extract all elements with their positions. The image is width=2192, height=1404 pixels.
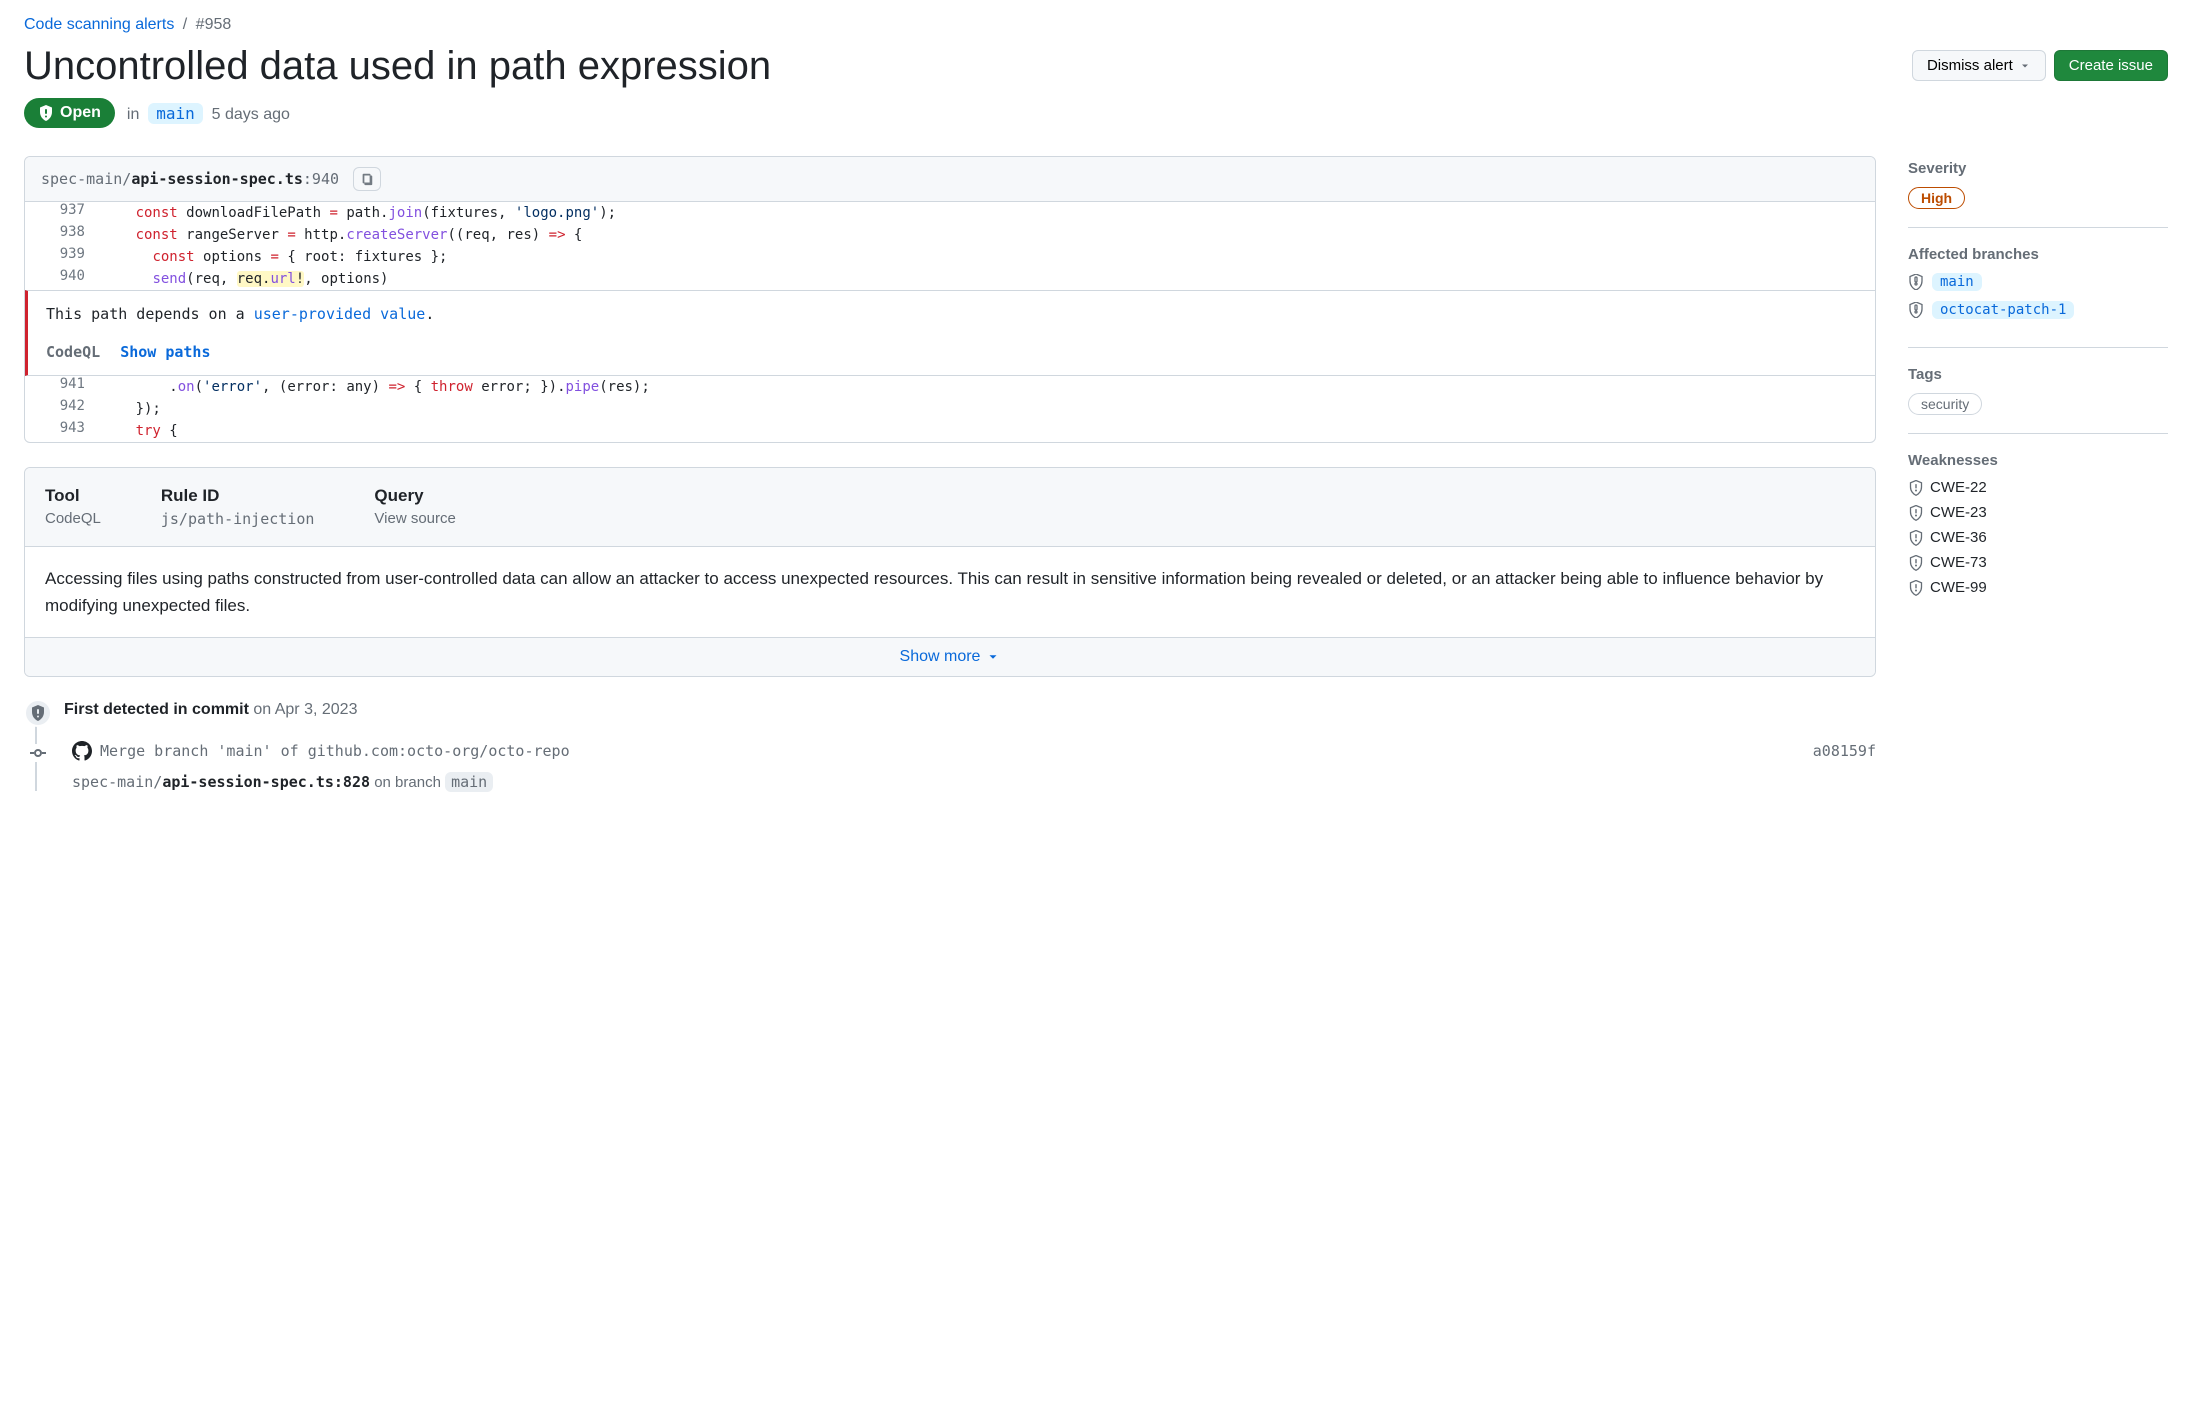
commit-icon bbox=[30, 745, 46, 761]
view-source-link[interactable]: View source bbox=[374, 510, 455, 527]
cwe-link[interactable]: CWE-22 bbox=[1908, 479, 2168, 496]
commit-message[interactable]: Merge branch 'main' of github.com:octo-o… bbox=[100, 742, 570, 760]
severity-badge: High bbox=[1908, 187, 1965, 209]
weaknesses-label: Weaknesses bbox=[1908, 452, 2168, 469]
octocat-icon bbox=[72, 741, 92, 761]
affected-branch[interactable]: main bbox=[1908, 273, 2168, 291]
affected-branch[interactable]: octocat-patch-1 bbox=[1908, 301, 2168, 319]
shield-icon bbox=[1908, 530, 1924, 546]
commit-sha[interactable]: a08159f bbox=[1813, 742, 1876, 760]
chevron-down-icon bbox=[986, 650, 1000, 664]
code-header: spec-main/api-session-spec.ts:940 bbox=[25, 157, 1875, 202]
state-meta: in main 5 days ago bbox=[127, 103, 290, 124]
shield-icon bbox=[1908, 580, 1924, 596]
shield-icon bbox=[1908, 505, 1924, 521]
code-block: 937 const downloadFilePath = path.join(f… bbox=[25, 202, 1875, 290]
shield-icon bbox=[1908, 274, 1924, 290]
tag-pill[interactable]: security bbox=[1908, 393, 1982, 415]
shield-icon bbox=[38, 105, 54, 121]
code-card: spec-main/api-session-spec.ts:940 937 co… bbox=[24, 156, 1876, 443]
details-card: Tool CodeQL Rule ID js/path-injection Qu… bbox=[24, 467, 1876, 677]
details-body: Accessing files using paths constructed … bbox=[25, 547, 1875, 638]
shield-icon bbox=[1908, 480, 1924, 496]
show-more-link[interactable]: Show more bbox=[900, 648, 1001, 666]
cwe-link[interactable]: CWE-73 bbox=[1908, 554, 2168, 571]
breadcrumb-parent[interactable]: Code scanning alerts bbox=[24, 16, 174, 33]
copy-path-button[interactable] bbox=[353, 167, 381, 191]
query-header: Query bbox=[374, 486, 455, 506]
branch-tag[interactable]: main bbox=[445, 772, 493, 792]
state-badge: Open bbox=[24, 98, 115, 128]
branch-tag[interactable]: main bbox=[148, 103, 203, 124]
timeline: First detected in commit on Apr 3, 2023 … bbox=[24, 701, 1876, 791]
sidebar: Severity High Affected branches main oct… bbox=[1908, 156, 2168, 811]
rule-value: js/path-injection bbox=[161, 510, 315, 528]
breadcrumb-id: #958 bbox=[196, 16, 232, 33]
shield-icon bbox=[1908, 302, 1924, 318]
tool-header: Tool bbox=[45, 486, 101, 506]
user-provided-link[interactable]: user-provided value bbox=[254, 305, 426, 323]
cwe-link[interactable]: CWE-23 bbox=[1908, 504, 2168, 521]
tags-label: Tags bbox=[1908, 366, 2168, 383]
show-paths-link[interactable]: Show paths bbox=[120, 343, 210, 361]
tool-label: CodeQL bbox=[46, 343, 100, 361]
shield-icon bbox=[1908, 555, 1924, 571]
copy-icon bbox=[360, 172, 374, 186]
cwe-link[interactable]: CWE-99 bbox=[1908, 579, 2168, 596]
shield-icon bbox=[24, 699, 52, 727]
rule-header: Rule ID bbox=[161, 486, 315, 506]
breadcrumb: Code scanning alerts / #958 bbox=[24, 16, 2168, 34]
tool-value: CodeQL bbox=[45, 510, 101, 527]
severity-label: Severity bbox=[1908, 160, 2168, 177]
dismiss-alert-button[interactable]: Dismiss alert bbox=[1912, 50, 2046, 81]
branches-label: Affected branches bbox=[1908, 246, 2168, 263]
chevron-down-icon bbox=[2019, 60, 2031, 72]
explanation-box: This path depends on a user-provided val… bbox=[25, 290, 1875, 376]
cwe-link[interactable]: CWE-36 bbox=[1908, 529, 2168, 546]
create-issue-button[interactable]: Create issue bbox=[2054, 50, 2168, 81]
page-title: Uncontrolled data used in path expressio… bbox=[24, 42, 771, 90]
